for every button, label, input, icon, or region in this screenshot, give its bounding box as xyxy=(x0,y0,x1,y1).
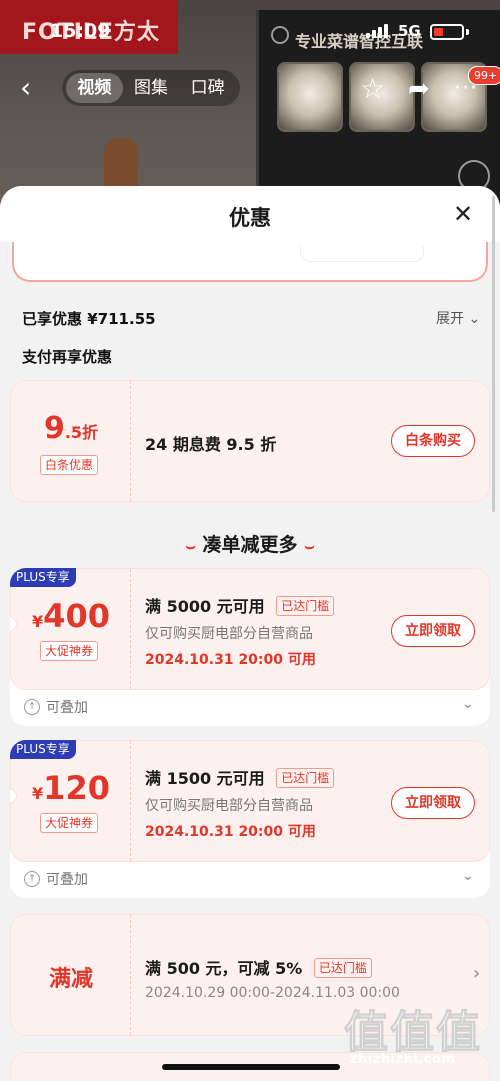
battery-icon xyxy=(430,24,464,40)
battery-tip xyxy=(466,29,469,35)
baitiao-desc: 24 期息费 9.5 折 xyxy=(145,435,277,454)
plus-badge: PLUS专享 xyxy=(10,740,76,759)
full-reduction-condition-row: 满 500 元，可减 5% 已达门槛 xyxy=(145,955,400,979)
wifi-icon xyxy=(271,26,289,44)
stackable-row[interactable]: ↑ 可叠加 ⌄ xyxy=(10,690,490,724)
swirl-right-icon: ⌣ xyxy=(304,536,315,555)
coupon-card: PLUS专享 ¥120 大促神券 满 1500 元可用 已达门槛 仅可购买厨电部… xyxy=(10,740,490,898)
baitiao-info: 24 期息费 9.5 折 xyxy=(145,431,276,455)
coupon-currency: ¥ xyxy=(32,612,44,631)
saved-row: 已享优惠 ¥711.55 xyxy=(22,308,156,329)
favorite-star-icon[interactable]: ☆ xyxy=(360,72,385,105)
tab-video[interactable]: 视频 xyxy=(66,73,123,103)
scrollbar[interactable] xyxy=(492,196,495,512)
coupon-currency: ¥ xyxy=(32,784,44,803)
coupon-condition: 满 1500 元可用 xyxy=(145,769,265,788)
sheet-header: 优惠 ✕ xyxy=(0,186,500,242)
network-label: 5G xyxy=(398,22,421,40)
coupon-card: PLUS专享 ¥400 大促神券 满 5000 元可用 已达门槛 仅可购买厨电部… xyxy=(10,568,490,726)
coupon-left: ¥120 大促神券 xyxy=(11,741,131,861)
coupon-info: 满 1500 元可用 已达门槛 仅可购买厨电部分自营商品 2024.10.31 … xyxy=(145,765,335,841)
stackable-row[interactable]: ↑ 可叠加 ⌄ xyxy=(10,862,490,896)
stackable-label: 可叠加 xyxy=(46,700,88,716)
baitiao-rate-big: 9 xyxy=(43,411,65,446)
coupon-amount: ¥400 xyxy=(11,597,131,635)
close-icon[interactable]: ✕ xyxy=(453,202,473,226)
chevron-right-icon: › xyxy=(473,963,481,984)
status-time: 15:09 xyxy=(50,20,111,42)
coupon-condition-row: 满 1500 元可用 已达门槛 xyxy=(145,765,335,789)
saved-label: 已享优惠 xyxy=(22,310,83,328)
threshold-chip: 已达门槛 xyxy=(313,958,372,978)
discount-sheet: 优惠 ✕ 已享优惠 ¥711.55 展开 ⌄ 支付再享优惠 9.5折 白条优惠 … xyxy=(0,186,500,1081)
full-reduction-left: 满减 xyxy=(11,915,131,1035)
baitiao-rate-small: .5折 xyxy=(64,423,99,442)
coupon-amount: ¥120 xyxy=(11,769,131,807)
swirl-left-icon: ⌣ xyxy=(185,536,196,555)
baitiao-card: 9.5折 白条优惠 24 期息费 9.5 折 白条购买 xyxy=(10,380,490,502)
watermark-url: zhizhizhi.com xyxy=(350,1052,456,1067)
threshold-chip: 已达门槛 xyxy=(276,596,335,616)
previous-offer-card xyxy=(12,242,488,282)
coupon-scope: 仅可购买厨电部分自营商品 xyxy=(145,798,313,814)
baitiao-tag: 白条优惠 xyxy=(40,455,99,475)
threshold-chip: 已达门槛 xyxy=(276,768,335,788)
full-reduction-condition: 满 500 元，可减 5% xyxy=(145,959,303,978)
stack-icon: ↑ xyxy=(24,699,40,715)
more-discount-label: 凑单减更多 xyxy=(202,534,298,556)
claim-coupon-button[interactable]: 立即领取 xyxy=(391,787,475,819)
coupon-tag: 大促神券 xyxy=(40,813,99,833)
stack-icon: ↑ xyxy=(24,871,40,887)
message-count-badge: 99+ xyxy=(468,66,500,85)
coupon-condition: 满 5000 元可用 xyxy=(145,597,265,616)
tab-reviews[interactable]: 口碑 xyxy=(179,73,236,103)
coupon-left: ¥400 大促神券 xyxy=(11,569,131,689)
coupon-time: 2024.10.31 20:00 可用 xyxy=(145,652,316,668)
coupon-condition-row: 满 5000 元可用 已达门槛 xyxy=(145,593,335,617)
chevron-down-icon: ⌄ xyxy=(468,311,481,327)
home-indicator[interactable] xyxy=(162,1064,340,1070)
expand-label: 展开 xyxy=(436,311,464,327)
coupon-tag: 大促神券 xyxy=(40,641,99,661)
coupon-scope: 仅可购买厨电部分自营商品 xyxy=(145,626,313,642)
saved-amount: ¥711.55 xyxy=(87,310,156,328)
coupon-amount-value: 400 xyxy=(43,597,110,635)
chevron-down-icon: ⌄ xyxy=(462,696,474,712)
share-icon[interactable]: ➦ xyxy=(408,74,430,104)
media-tabs: 视频 图集 口碑 xyxy=(62,70,240,106)
claim-coupon-button[interactable]: 立即领取 xyxy=(391,615,475,647)
sheet-title: 优惠 xyxy=(229,206,271,230)
dish-image xyxy=(277,62,343,132)
pay-section-title: 支付再享优惠 xyxy=(22,348,113,366)
coupon-info: 满 5000 元可用 已达门槛 仅可购买厨电部分自营商品 2024.10.31 … xyxy=(145,593,335,669)
baitiao-left: 9.5折 白条优惠 xyxy=(11,381,131,501)
coupon-time: 2024.10.31 20:00 可用 xyxy=(145,824,316,840)
expand-toggle[interactable]: 展开 ⌄ xyxy=(436,308,480,328)
baitiao-buy-button[interactable]: 白条购买 xyxy=(391,425,475,457)
baitiao-rate: 9.5折 xyxy=(11,411,131,446)
back-icon[interactable]: ‹ xyxy=(20,74,31,102)
more-discount-title: ⌣ 凑单减更多 ⌣ xyxy=(0,530,500,557)
full-reduction-label: 满减 xyxy=(48,967,93,992)
coupon-amount-value: 120 xyxy=(43,769,110,807)
previous-offer-pill xyxy=(300,246,424,262)
signal-icon xyxy=(366,24,388,38)
plus-badge: PLUS专享 xyxy=(10,568,76,587)
chevron-down-icon: ⌄ xyxy=(462,868,474,884)
watermark-logo: 值值值 xyxy=(344,1007,482,1059)
stackable-label: 可叠加 xyxy=(46,872,88,888)
full-reduction-info: 满 500 元，可减 5% 已达门槛 2024.10.29 00:00-2024… xyxy=(145,955,400,1001)
tab-gallery[interactable]: 图集 xyxy=(123,73,180,103)
